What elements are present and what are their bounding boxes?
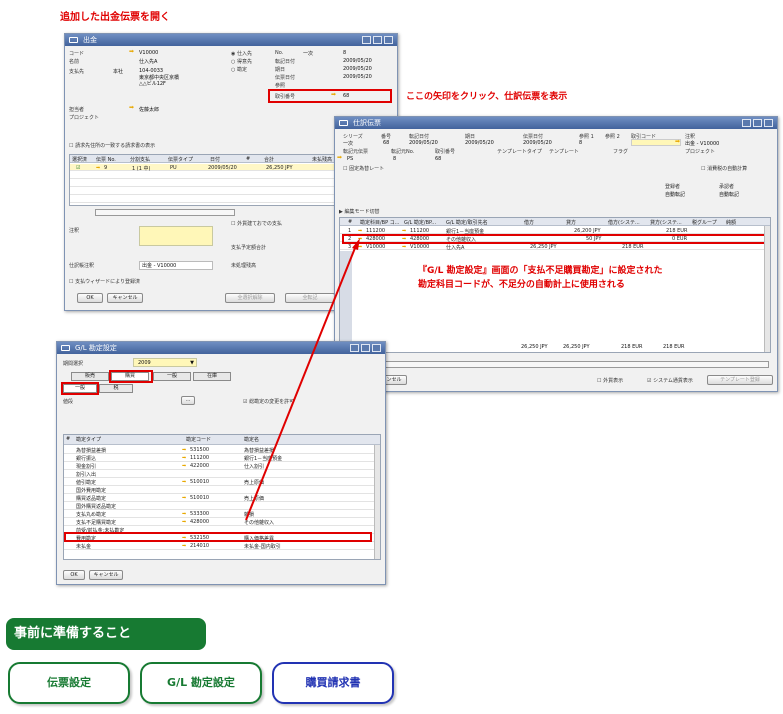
gl-settings-button[interactable]: G/L 勘定設定 bbox=[140, 662, 262, 704]
purchase-invoice-button[interactable]: 購買請求書 bbox=[272, 662, 394, 704]
prep-title: 事前に準備すること bbox=[6, 618, 206, 650]
doc-settings-button[interactable]: 伝票設定 bbox=[8, 662, 130, 704]
red-pointer-arrow bbox=[245, 238, 360, 521]
